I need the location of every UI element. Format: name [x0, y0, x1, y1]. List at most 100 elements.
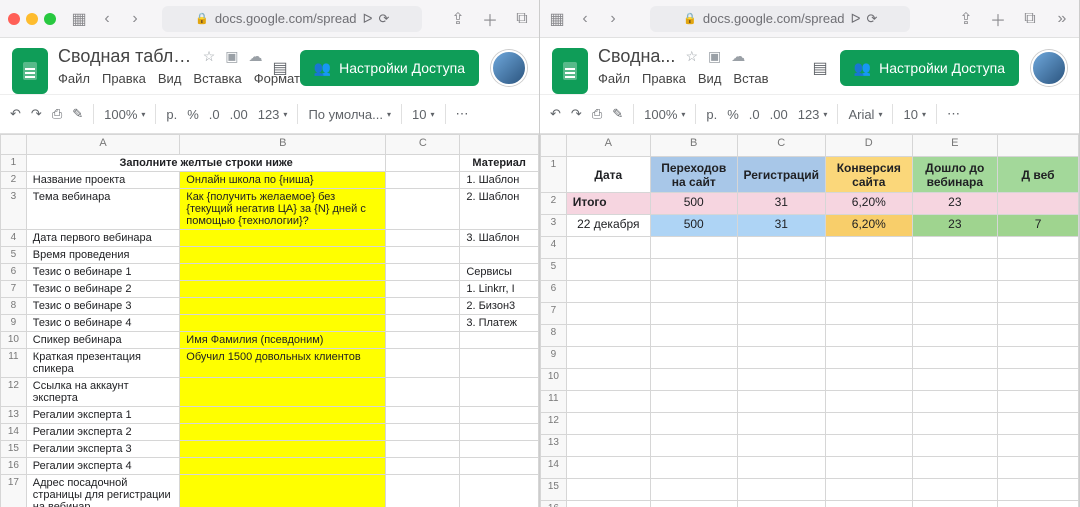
row-header[interactable]: 15	[1, 441, 27, 458]
row-header[interactable]: 16	[1, 458, 27, 475]
cell[interactable]	[650, 369, 737, 391]
cell[interactable]	[180, 475, 386, 507]
cell[interactable]	[180, 315, 386, 332]
cell[interactable]	[998, 457, 1079, 479]
cell[interactable]	[912, 391, 998, 413]
cell[interactable]: Материал	[460, 155, 539, 172]
cell[interactable]	[180, 407, 386, 424]
reload-icon[interactable]: ⟳	[867, 11, 878, 27]
zoom-select[interactable]: 100%▾	[104, 107, 145, 122]
cell[interactable]	[386, 172, 460, 189]
cell[interactable]	[386, 332, 460, 349]
cell[interactable]	[826, 259, 913, 281]
row-header[interactable]: 12	[541, 413, 567, 435]
cell[interactable]	[998, 369, 1079, 391]
cell[interactable]	[998, 479, 1079, 501]
row-header[interactable]: 12	[1, 378, 27, 407]
cell[interactable]	[180, 424, 386, 441]
cell[interactable]	[386, 458, 460, 475]
font-size-select[interactable]: 10▾	[412, 107, 434, 122]
dec-decrease-icon[interactable]: .0	[749, 107, 760, 122]
more-toolbar-icon[interactable]: ⋯	[947, 106, 962, 122]
row-header[interactable]: 8	[1, 298, 27, 315]
cell[interactable]: 2. Бизон3	[460, 298, 539, 315]
cell[interactable]: Регистраций	[737, 157, 825, 193]
cell[interactable]: 1. Шаблон	[460, 172, 539, 189]
cell[interactable]	[998, 281, 1079, 303]
cell[interactable]	[460, 441, 539, 458]
back-icon[interactable]: ‹	[98, 10, 116, 28]
col-header[interactable]: E	[912, 135, 998, 157]
user-avatar[interactable]	[491, 50, 527, 86]
dec-increase-icon[interactable]: .00	[770, 107, 788, 122]
format-select[interactable]: 123▾	[798, 107, 828, 122]
col-header[interactable]: C	[737, 135, 825, 157]
row-header[interactable]: 3	[541, 215, 567, 237]
cell[interactable]: Регалии эксперта 4	[26, 458, 179, 475]
cell[interactable]	[566, 413, 650, 435]
cell[interactable]	[460, 247, 539, 264]
cell[interactable]	[180, 247, 386, 264]
cell[interactable]	[650, 413, 737, 435]
cell[interactable]	[566, 237, 650, 259]
cell[interactable]	[826, 369, 913, 391]
row-header[interactable]: 7	[1, 281, 27, 298]
cell[interactable]	[460, 424, 539, 441]
star-icon[interactable]: ☆	[685, 48, 698, 65]
cell[interactable]	[566, 281, 650, 303]
cell[interactable]: Тезис о вебинаре 3	[26, 298, 179, 315]
row-header[interactable]: 6	[541, 281, 567, 303]
font-select[interactable]: По умолча...▾	[308, 107, 391, 122]
cell[interactable]	[912, 435, 998, 457]
cell[interactable]	[826, 501, 913, 507]
sidebar-icon[interactable]: ▦	[70, 10, 88, 28]
undo-icon[interactable]: ↶	[550, 106, 561, 122]
cell[interactable]	[386, 230, 460, 247]
cell[interactable]: Переходов на сайт	[650, 157, 737, 193]
zoom-select[interactable]: 100%▾	[644, 107, 685, 122]
paint-format-icon[interactable]: ✎	[612, 106, 623, 122]
font-size-select[interactable]: 10▾	[903, 107, 925, 122]
col-header[interactable]: B	[180, 135, 386, 155]
cell[interactable]	[826, 479, 913, 501]
cell[interactable]	[650, 479, 737, 501]
cell[interactable]	[460, 458, 539, 475]
cell[interactable]: Тезис о вебинаре 1	[26, 264, 179, 281]
cell[interactable]	[912, 501, 998, 507]
menu-file[interactable]: Файл	[598, 71, 630, 86]
cell[interactable]: Регалии эксперта 1	[26, 407, 179, 424]
row-header[interactable]: 13	[1, 407, 27, 424]
cell[interactable]	[386, 264, 460, 281]
row-header[interactable]: 14	[1, 424, 27, 441]
cell[interactable]	[826, 303, 913, 325]
cell[interactable]	[386, 475, 460, 507]
cell[interactable]	[180, 298, 386, 315]
cell[interactable]	[386, 349, 460, 378]
cell[interactable]	[566, 325, 650, 347]
row-header[interactable]: 4	[541, 237, 567, 259]
share-button[interactable]: 👥 Настройки Доступа	[840, 50, 1019, 86]
cell[interactable]	[912, 347, 998, 369]
tabs-icon[interactable]: ⧉	[1021, 10, 1039, 28]
paint-format-icon[interactable]: ✎	[72, 106, 83, 122]
cell[interactable]	[650, 347, 737, 369]
row-header[interactable]: 4	[1, 230, 27, 247]
cell[interactable]	[650, 281, 737, 303]
row-header[interactable]: 3	[1, 189, 27, 230]
cell[interactable]	[737, 391, 825, 413]
cell[interactable]	[998, 259, 1079, 281]
col-header[interactable]: A	[26, 135, 179, 155]
cell[interactable]	[386, 407, 460, 424]
cell[interactable]	[826, 413, 913, 435]
cell[interactable]	[737, 501, 825, 507]
cell[interactable]	[998, 435, 1079, 457]
cell[interactable]: 2. Шаблон	[460, 189, 539, 230]
cell[interactable]	[737, 479, 825, 501]
back-icon[interactable]: ‹	[576, 10, 594, 28]
cell[interactable]	[737, 369, 825, 391]
cell[interactable]	[180, 441, 386, 458]
cell[interactable]: 31	[737, 215, 825, 237]
percent-icon[interactable]: %	[187, 107, 199, 122]
cell[interactable]	[180, 281, 386, 298]
move-icon[interactable]: ▣	[708, 48, 721, 65]
